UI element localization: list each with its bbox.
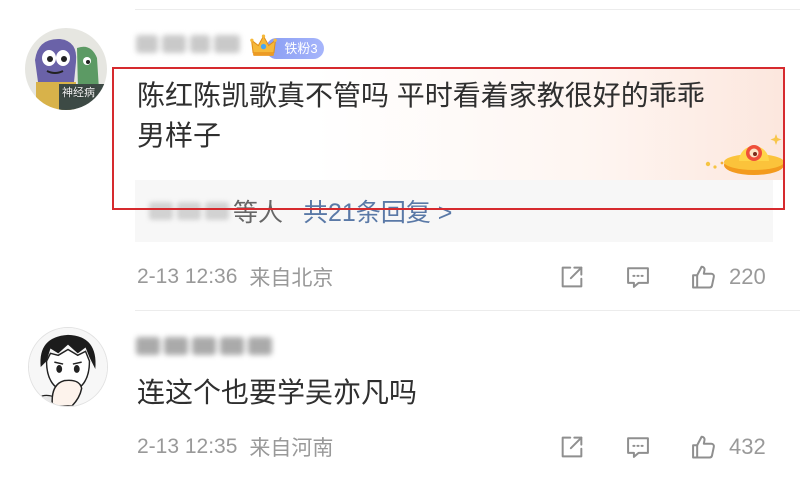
comment-item: 连这个也要学吴亦凡吗 2-13 12:35 来自河南 432 xyxy=(0,310,800,490)
timestamp: 2-13 12:35 xyxy=(137,435,238,458)
like-icon xyxy=(689,263,717,291)
comment-meta: 2-13 12:36 来自北京 xyxy=(137,263,333,291)
highlight-box xyxy=(112,67,785,210)
avatar[interactable] xyxy=(28,327,108,407)
comment-meta: 2-13 12:35 来自河南 xyxy=(137,433,333,461)
crown-icon xyxy=(250,33,277,58)
share-button[interactable] xyxy=(558,263,586,291)
like-count: 432 xyxy=(729,434,766,459)
comment-icon xyxy=(624,263,652,291)
like-button[interactable]: 220 xyxy=(689,263,766,291)
avatar-caption: 神经病 xyxy=(62,87,95,99)
like-count: 220 xyxy=(729,264,766,289)
comment-icon xyxy=(624,433,652,461)
location: 来自河南 xyxy=(249,437,334,460)
share-icon xyxy=(558,433,586,461)
avatar[interactable]: 神经病 xyxy=(25,28,107,110)
share-icon xyxy=(558,263,586,291)
username-blurred[interactable] xyxy=(136,35,240,53)
like-icon xyxy=(689,433,717,461)
timestamp: 2-13 12:36 xyxy=(137,265,238,288)
comment-list: 神经病 铁粉3 陈红陈凯歌真不管吗 平时看着家教很好的乖乖 男样子 等人 共21… xyxy=(0,0,800,490)
share-button[interactable] xyxy=(558,433,586,461)
comment-text-line: 连这个也要学吴亦凡吗 xyxy=(137,377,418,408)
comment-text: 连这个也要学吴亦凡吗 xyxy=(137,373,417,413)
username-blurred[interactable] xyxy=(136,337,272,355)
like-button[interactable]: 432 xyxy=(689,433,766,461)
location: 来自北京 xyxy=(249,267,334,290)
comment-button[interactable] xyxy=(624,263,652,291)
comment-item: 神经病 铁粉3 陈红陈凯歌真不管吗 平时看着家教很好的乖乖 男样子 等人 共21… xyxy=(0,0,800,310)
comment-button[interactable] xyxy=(624,433,652,461)
avatar-cartoon-image xyxy=(29,328,107,406)
